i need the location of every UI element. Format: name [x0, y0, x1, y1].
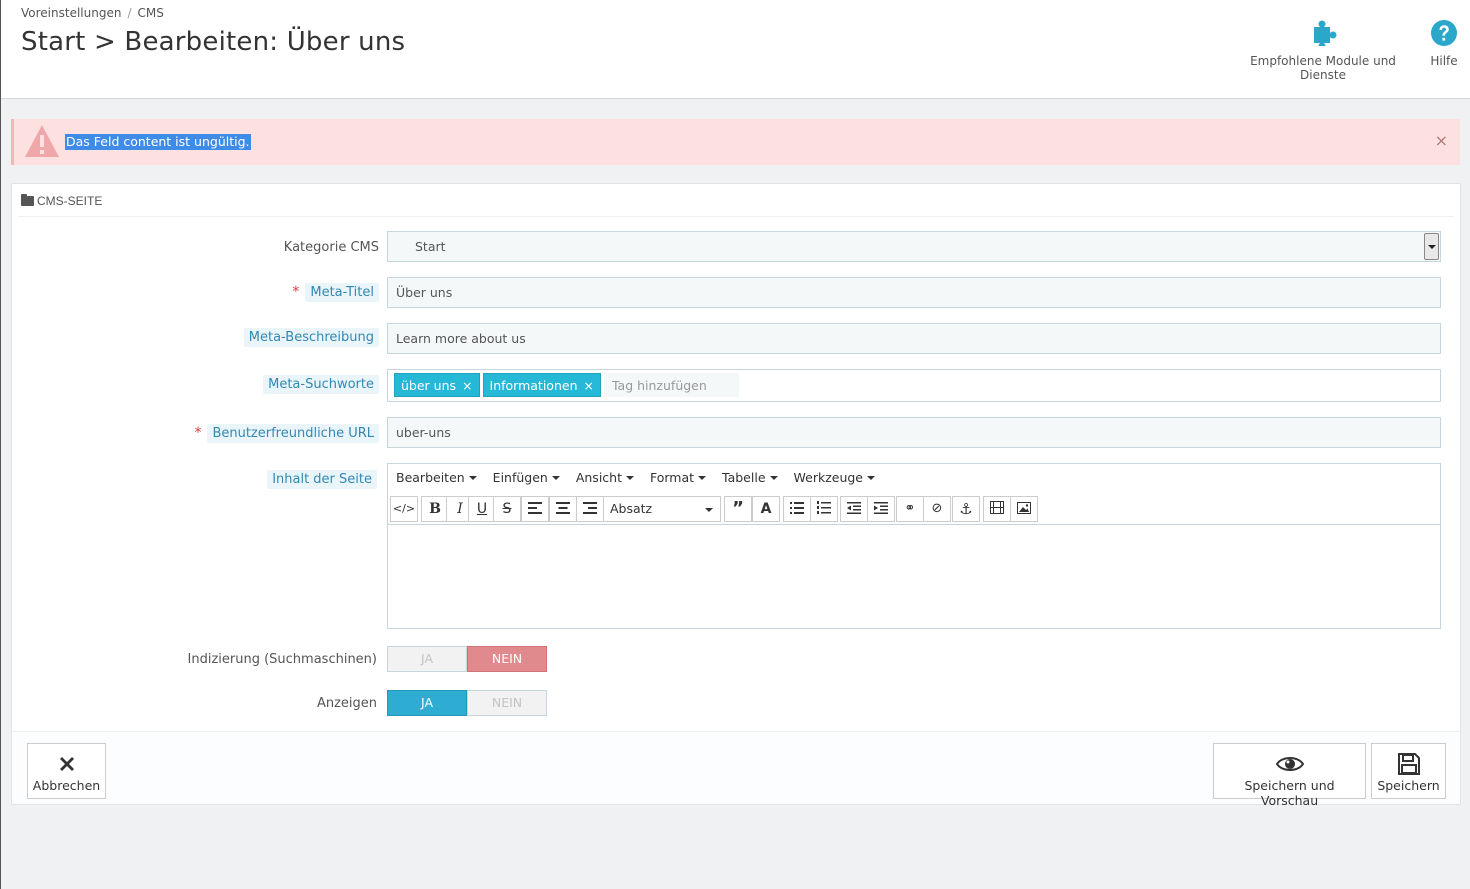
save-button[interactable]: Speichern [1371, 743, 1446, 799]
display-switch[interactable]: JA NEIN [387, 690, 547, 716]
display-no-option[interactable]: NEIN [467, 690, 547, 716]
panel-heading-label: CMS-SEITE [37, 194, 103, 208]
panel-heading: CMS-SEITE [18, 184, 1454, 217]
menu-edit[interactable]: Bearbeiten [396, 470, 477, 485]
menu-insert[interactable]: Einfügen [493, 470, 560, 485]
align-left-icon[interactable] [521, 496, 549, 522]
image-icon[interactable] [1010, 496, 1038, 522]
save-and-preview-label: Speichern und Vorschau [1244, 778, 1335, 808]
content-editor: Bearbeiten Einfügen Ansicht Format Tabel… [387, 463, 1441, 629]
question-circle-icon [1431, 20, 1457, 46]
meta-description-input[interactable]: Learn more about us [387, 323, 1441, 354]
eye-icon [1275, 757, 1304, 771]
close-icon[interactable]: × [1435, 131, 1448, 150]
indexation-no-option[interactable]: NEIN [467, 646, 547, 672]
recommended-modules-button[interactable]: Empfohlene Module und Dienste [1230, 18, 1416, 82]
meta-keywords-input[interactable]: über uns × Informationen × Tag hinzufügen [387, 369, 1441, 402]
underline-icon[interactable]: U [468, 496, 496, 522]
keyword-tag: Informationen × [482, 373, 601, 397]
unlink-icon[interactable]: ⊘ [923, 496, 951, 522]
editor-menubar: Bearbeiten Einfügen Ansicht Format Tabel… [388, 464, 1440, 494]
numbered-list-icon[interactable] [810, 496, 838, 522]
indexation-label: Indizierung (Suchmaschinen) [187, 652, 377, 667]
remove-tag-icon[interactable]: × [462, 378, 472, 393]
category-value: Start [415, 239, 446, 254]
error-alert: Das Feld content ist ungültig. × [11, 119, 1460, 165]
bullet-list-icon[interactable] [783, 496, 811, 522]
menu-tools[interactable]: Werkzeuge [794, 470, 875, 485]
meta-title-label: * Meta-Titel [292, 283, 379, 302]
breadcrumb: Voreinstellungen / CMS [21, 6, 164, 20]
text-color-icon[interactable]: A [752, 496, 780, 522]
cms-page-panel: CMS-SEITE Kategorie CMS Start * Meta-Tite… [11, 183, 1461, 808]
meta-keywords-label: Meta-Suchworte [263, 375, 379, 394]
align-center-icon[interactable] [549, 496, 577, 522]
link-icon[interactable]: ⚭ [896, 496, 924, 522]
panel-footer: Abbrechen Speichern und Vorschau Speiche… [12, 731, 1460, 808]
cancel-label: Abbrechen [32, 778, 101, 793]
align-right-icon[interactable] [576, 496, 604, 522]
puzzle-icon [1314, 20, 1337, 46]
add-tag-input[interactable]: Tag hinzufügen [603, 373, 739, 397]
page-title: Start > Bearbeiten: Über uns [21, 27, 406, 57]
remove-tag-icon[interactable]: × [584, 378, 594, 393]
folder-icon [21, 194, 34, 206]
breadcrumb-item-preferences[interactable]: Voreinstellungen [21, 6, 121, 20]
anchor-icon[interactable]: ⚓ [952, 496, 980, 522]
strikethrough-icon[interactable]: S [493, 496, 521, 522]
menu-table[interactable]: Tabelle [722, 470, 778, 485]
page-header: Voreinstellungen / CMS Start > Bearbeiten:… [1, 0, 1470, 99]
friendly-url-input[interactable]: uber-uns [387, 417, 1441, 448]
content-editing-area[interactable] [388, 524, 1440, 628]
floppy-disk-icon [1397, 753, 1420, 775]
friendly-url-label: * Benutzerfreundliche URL [194, 424, 379, 443]
category-label: Kategorie CMS [283, 240, 379, 255]
display-yes-option[interactable]: JA [387, 690, 467, 716]
warning-icon [25, 125, 59, 157]
source-code-icon[interactable]: </> [390, 496, 418, 522]
chevron-down-icon [1424, 233, 1439, 260]
category-select[interactable]: Start [387, 231, 1441, 262]
content-label: Inhalt der Seite [267, 470, 377, 489]
recommended-modules-label: Empfohlene Module und Dienste [1250, 54, 1396, 82]
cancel-button[interactable]: Abbrechen [27, 743, 106, 799]
indexation-yes-option[interactable]: JA [387, 646, 467, 672]
indent-icon[interactable] [867, 496, 895, 522]
blockquote-icon[interactable]: ” [724, 496, 752, 522]
help-button[interactable]: Hilfe [1426, 18, 1462, 68]
close-icon [59, 757, 74, 771]
display-label: Anzeigen [316, 696, 377, 711]
breadcrumb-item-cms[interactable]: CMS [137, 6, 163, 20]
meta-title-input[interactable]: Über uns [387, 277, 1441, 308]
help-label: Hilfe [1430, 54, 1458, 68]
breadcrumb-separator: / [127, 6, 132, 20]
window-edge [0, 0, 1, 889]
bold-icon[interactable]: B [421, 496, 449, 522]
save-and-preview-button[interactable]: Speichern und Vorschau [1213, 743, 1366, 808]
outdent-icon[interactable] [840, 496, 868, 522]
indexation-switch[interactable]: JA NEIN [387, 646, 547, 672]
film-icon[interactable] [983, 496, 1011, 522]
menu-view[interactable]: Ansicht [576, 470, 634, 485]
block-format-select[interactable]: Absatz [603, 496, 721, 522]
keyword-tag: über uns × [394, 373, 480, 397]
meta-description-label: Meta-Beschreibung [243, 328, 379, 347]
alert-message: Das Feld content ist ungültig. [65, 134, 251, 150]
menu-format[interactable]: Format [650, 470, 707, 485]
save-label: Speichern [1377, 778, 1440, 793]
